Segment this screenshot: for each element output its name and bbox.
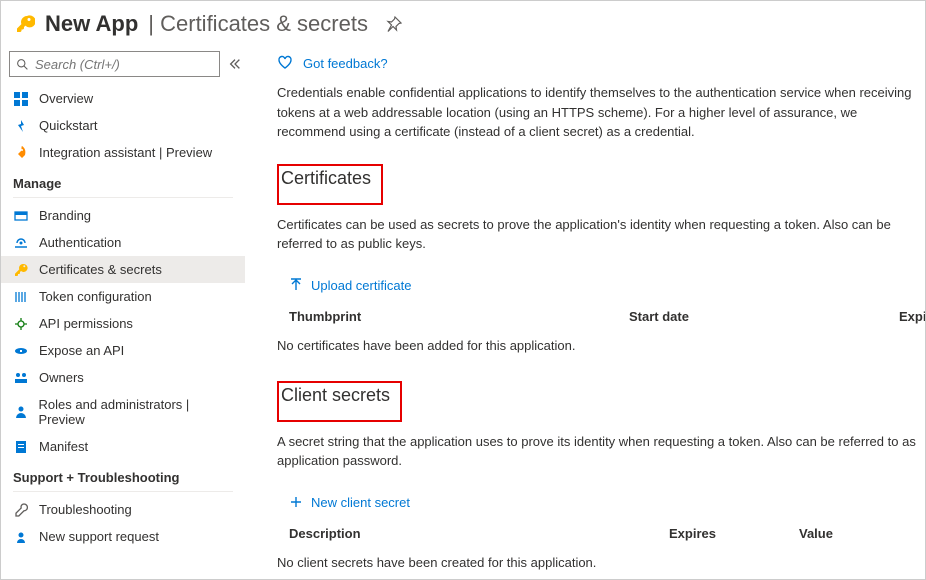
col-expires: Expires: [669, 526, 799, 541]
sidebar-item-label: Branding: [39, 208, 91, 223]
certificates-heading: Certificates: [281, 168, 371, 189]
sidebar-item-label: New support request: [39, 529, 159, 544]
col-expires: Expires: [899, 309, 925, 324]
rocket-icon: [13, 146, 29, 160]
collapse-sidebar-icon[interactable]: [226, 55, 244, 73]
sidebar-item-branding[interactable]: Branding: [1, 202, 245, 229]
sidebar-item-owners[interactable]: Owners: [1, 364, 245, 391]
main-content: Got feedback? Credentials enable confide…: [249, 51, 925, 577]
secrets-empty: No client secrets have been created for …: [277, 549, 925, 578]
sidebar-item-roles-admins[interactable]: Roles and administrators | Preview: [1, 391, 245, 433]
certificates-heading-highlight: Certificates: [277, 164, 383, 205]
client-secrets-heading-highlight: Client secrets: [277, 381, 402, 422]
pin-icon[interactable]: [386, 16, 402, 32]
key-icon: [13, 263, 29, 277]
manifest-icon: [13, 440, 29, 454]
certificates-table-header: Thumbprint Start date Expires: [277, 303, 925, 332]
sidebar-item-integration-assistant[interactable]: Integration assistant | Preview: [1, 139, 245, 166]
sidebar-item-label: Expose an API: [39, 343, 124, 358]
page-header: New App | Certificates & secrets: [1, 1, 925, 51]
sidebar-item-manifest[interactable]: Manifest: [1, 433, 245, 460]
sidebar-item-api-permissions[interactable]: API permissions: [1, 310, 245, 337]
divider: [13, 197, 233, 198]
upload-certificate-label: Upload certificate: [311, 278, 411, 293]
sidebar-item-label: Integration assistant | Preview: [39, 145, 212, 160]
heart-icon: [277, 55, 293, 71]
new-client-secret-button[interactable]: New client secret: [277, 489, 925, 520]
sidebar-item-overview[interactable]: Overview: [1, 85, 245, 112]
sidebar: Overview Quickstart Integration assistan…: [1, 51, 249, 577]
api-perm-icon: [13, 317, 29, 331]
certificates-empty: No certificates have been added for this…: [277, 332, 925, 381]
sidebar-item-authentication[interactable]: Authentication: [1, 229, 245, 256]
divider: [13, 491, 233, 492]
upload-certificate-button[interactable]: Upload certificate: [277, 272, 925, 303]
branding-icon: [13, 209, 29, 223]
token-icon: [13, 290, 29, 304]
sidebar-item-label: API permissions: [39, 316, 133, 331]
search-input[interactable]: [35, 57, 213, 72]
sidebar-item-quickstart[interactable]: Quickstart: [1, 112, 245, 139]
feedback-link[interactable]: Got feedback?: [277, 51, 925, 83]
sidebar-item-label: Certificates & secrets: [39, 262, 162, 277]
col-thumbprint: Thumbprint: [289, 309, 629, 324]
grid-icon: [13, 92, 29, 106]
new-client-secret-label: New client secret: [311, 495, 410, 510]
sidebar-section-support: Support + Troubleshooting: [1, 460, 245, 489]
quickstart-icon: [13, 119, 29, 133]
secrets-table-header: Description Expires Value: [277, 520, 925, 549]
support-icon: [13, 530, 29, 544]
col-start-date: Start date: [629, 309, 899, 324]
sidebar-item-certificates-secrets[interactable]: Certificates & secrets: [1, 256, 245, 283]
search-icon: [16, 58, 29, 71]
search-box[interactable]: [9, 51, 220, 77]
sidebar-item-label: Troubleshooting: [39, 502, 132, 517]
owners-icon: [13, 371, 29, 385]
expose-icon: [13, 344, 29, 358]
plus-icon: [289, 495, 303, 509]
auth-icon: [13, 236, 29, 250]
sidebar-item-label: Manifest: [39, 439, 88, 454]
sidebar-item-token-configuration[interactable]: Token configuration: [1, 283, 245, 310]
col-value: Value: [799, 526, 913, 541]
client-secrets-desc: A secret string that the application use…: [277, 432, 925, 471]
sidebar-item-expose-api[interactable]: Expose an API: [1, 337, 245, 364]
col-description: Description: [289, 526, 669, 541]
certificates-desc: Certificates can be used as secrets to p…: [277, 215, 925, 254]
key-icon: [15, 14, 35, 34]
wrench-icon: [13, 503, 29, 517]
feedback-label: Got feedback?: [303, 56, 388, 71]
roles-icon: [13, 405, 29, 419]
client-secrets-heading: Client secrets: [281, 385, 390, 406]
sidebar-item-label: Owners: [39, 370, 84, 385]
upload-icon: [289, 278, 303, 292]
sidebar-item-label: Overview: [39, 91, 93, 106]
intro-text: Credentials enable confidential applicat…: [277, 83, 925, 142]
page-title: | Certificates & secrets: [148, 11, 368, 37]
sidebar-section-manage: Manage: [1, 166, 245, 195]
sidebar-item-label: Authentication: [39, 235, 121, 250]
sidebar-item-troubleshooting[interactable]: Troubleshooting: [1, 496, 245, 523]
app-name: New App: [45, 11, 138, 37]
sidebar-item-label: Roles and administrators | Preview: [39, 397, 233, 427]
sidebar-item-label: Token configuration: [39, 289, 152, 304]
sidebar-item-new-support-request[interactable]: New support request: [1, 523, 245, 550]
sidebar-item-label: Quickstart: [39, 118, 98, 133]
